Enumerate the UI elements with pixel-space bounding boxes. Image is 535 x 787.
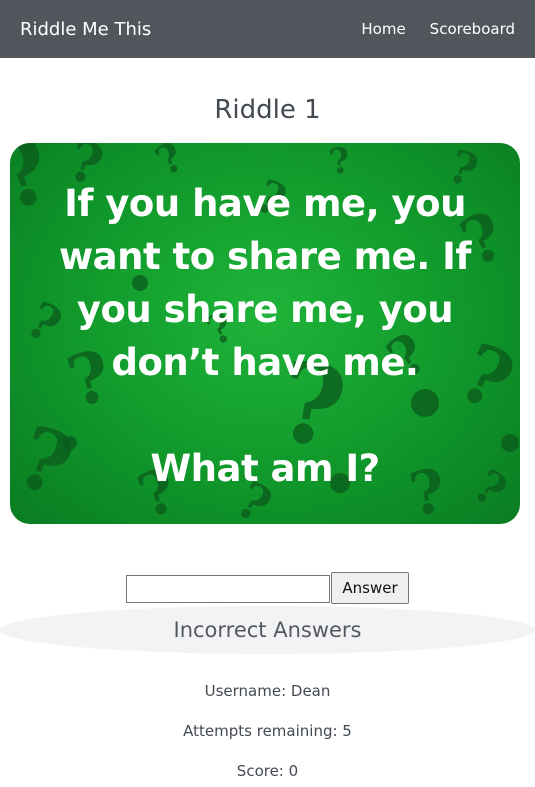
- answer-input[interactable]: [126, 575, 331, 603]
- riddle-title: Riddle 1: [214, 95, 321, 125]
- attempts-remaining-text: Attempts remaining: 5: [183, 722, 352, 740]
- riddle-image: ? ? ? ? ? ? ? ? ? ? ? ? ? ? ? ? ? ? If y…: [10, 143, 520, 524]
- username-text: Username: Dean: [204, 682, 331, 700]
- nav-home-link[interactable]: Home: [361, 20, 405, 38]
- answer-button[interactable]: Answer: [331, 572, 409, 604]
- incorrect-answers-heading: Incorrect Answers: [173, 618, 362, 642]
- riddle-text: If you have me, you want to share me. If…: [58, 182, 472, 490]
- incorrect-answers-banner: Incorrect Answers: [0, 606, 535, 654]
- navbar: Riddle Me This Home Scoreboard: [0, 0, 535, 58]
- answer-form: Answer: [0, 572, 535, 604]
- player-stats: Username: Dean Attempts remaining: 5 Sco…: [0, 671, 535, 787]
- nav-links: Home Scoreboard: [361, 20, 515, 38]
- brand-link[interactable]: Riddle Me This: [20, 19, 151, 40]
- nav-scoreboard-link[interactable]: Scoreboard: [430, 20, 515, 38]
- score-text: Score: 0: [236, 762, 299, 780]
